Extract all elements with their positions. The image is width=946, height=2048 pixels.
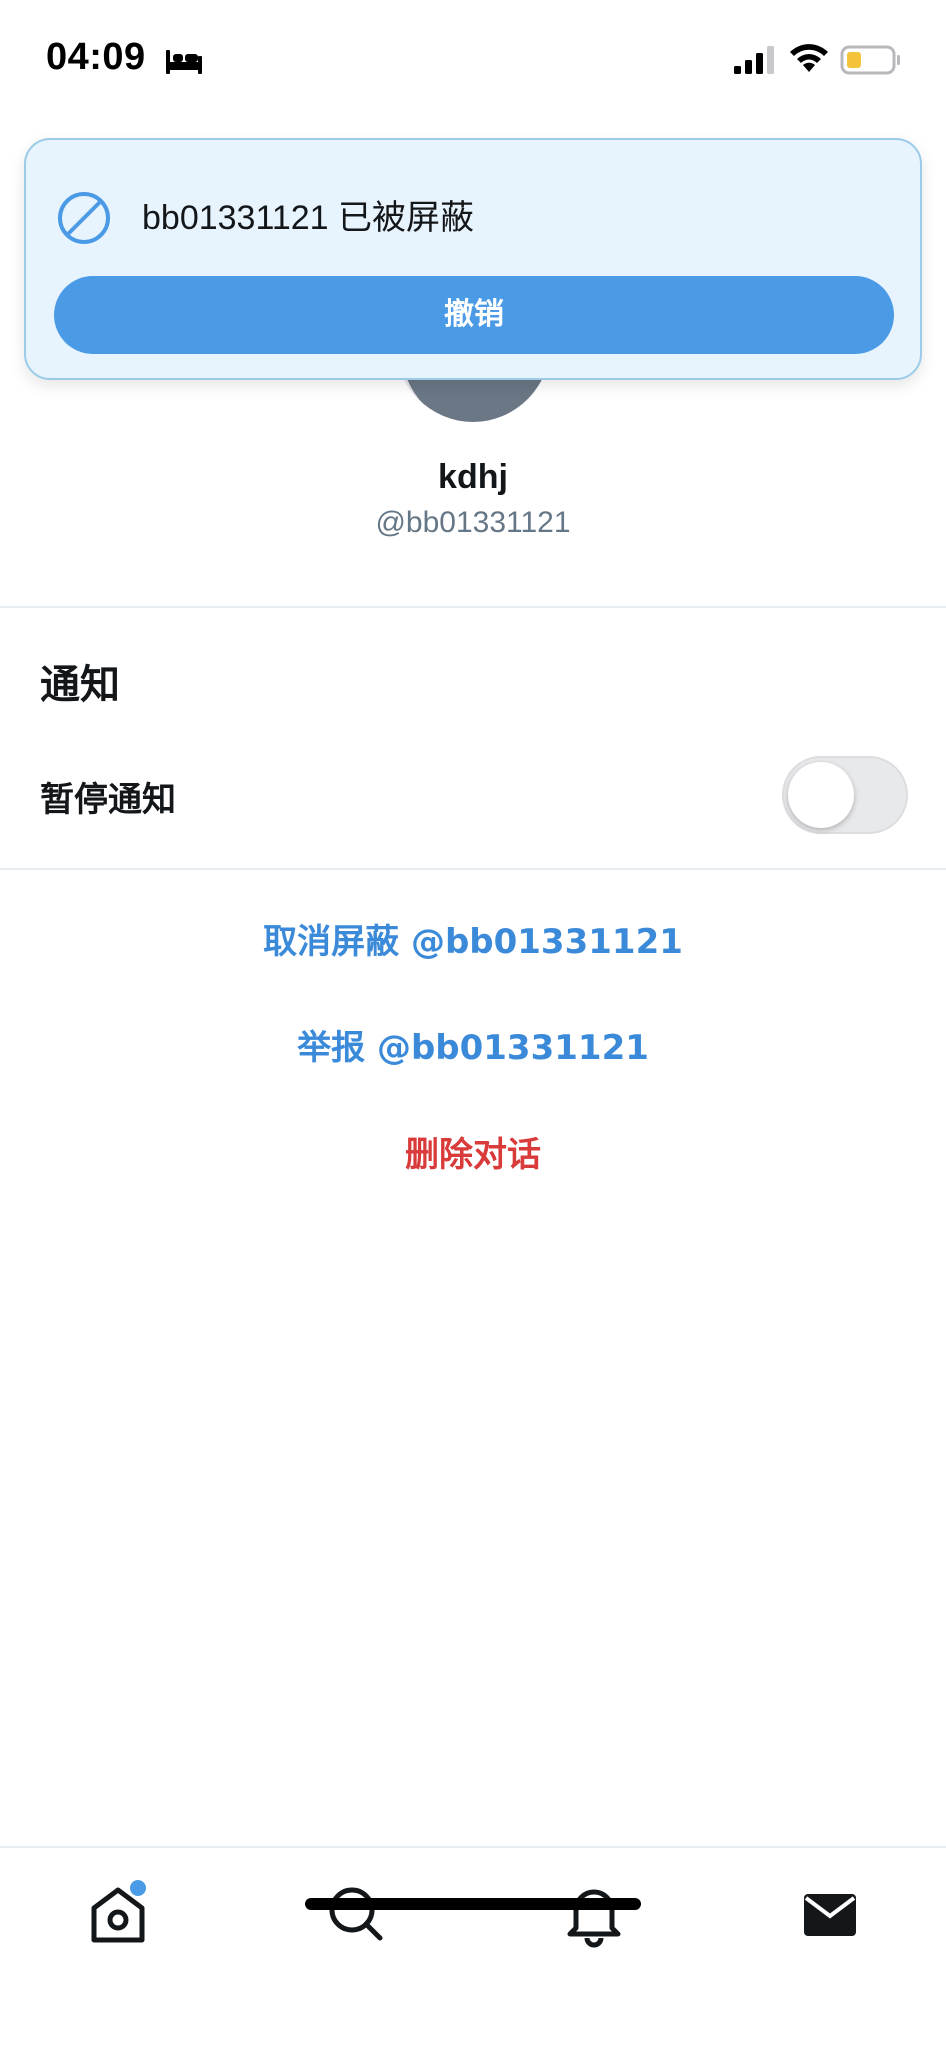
profile-handle: @bb01331121 xyxy=(375,506,571,539)
mute-notifications-label: 暂停通知 xyxy=(40,780,176,820)
bed-icon xyxy=(166,50,202,74)
toast-message: bb01331121 已被屏蔽 xyxy=(142,199,475,237)
tab-bar xyxy=(0,1846,946,2048)
unblock-user-button[interactable]: 取消屏蔽 @bb01331121 xyxy=(0,914,946,963)
profile-name: kdhj xyxy=(438,458,508,496)
tab-notifications[interactable] xyxy=(554,1874,634,1954)
mail-icon xyxy=(804,1894,856,1936)
wifi-icon xyxy=(790,44,828,72)
home-indicator xyxy=(305,1898,641,1910)
undo-button[interactable]: 撤销 xyxy=(54,276,894,354)
blocked-toast: bb01331121 已被屏蔽 撤销 xyxy=(24,138,922,380)
report-user-button[interactable]: 举报 @bb01331121 xyxy=(0,1020,946,1069)
tab-home[interactable] xyxy=(78,1874,158,1954)
bell-icon xyxy=(567,1889,621,1948)
signal-icon xyxy=(734,46,774,74)
block-icon xyxy=(58,192,110,244)
battery-icon xyxy=(840,45,900,75)
tab-messages[interactable] xyxy=(790,1874,870,1954)
home-badge-dot xyxy=(130,1880,146,1896)
divider xyxy=(0,606,946,608)
mute-notifications-toggle[interactable] xyxy=(782,756,908,834)
notifications-section-title: 通知 xyxy=(40,662,120,708)
toggle-knob xyxy=(788,762,854,828)
status-bar: 04:09 xyxy=(0,0,946,120)
status-time: 04:09 xyxy=(46,36,146,78)
divider xyxy=(0,868,946,870)
home-icon xyxy=(91,1887,145,1943)
delete-conversation-button[interactable]: 删除对话 xyxy=(0,1127,946,1176)
tab-search[interactable] xyxy=(316,1874,396,1954)
search-icon xyxy=(329,1887,383,1941)
